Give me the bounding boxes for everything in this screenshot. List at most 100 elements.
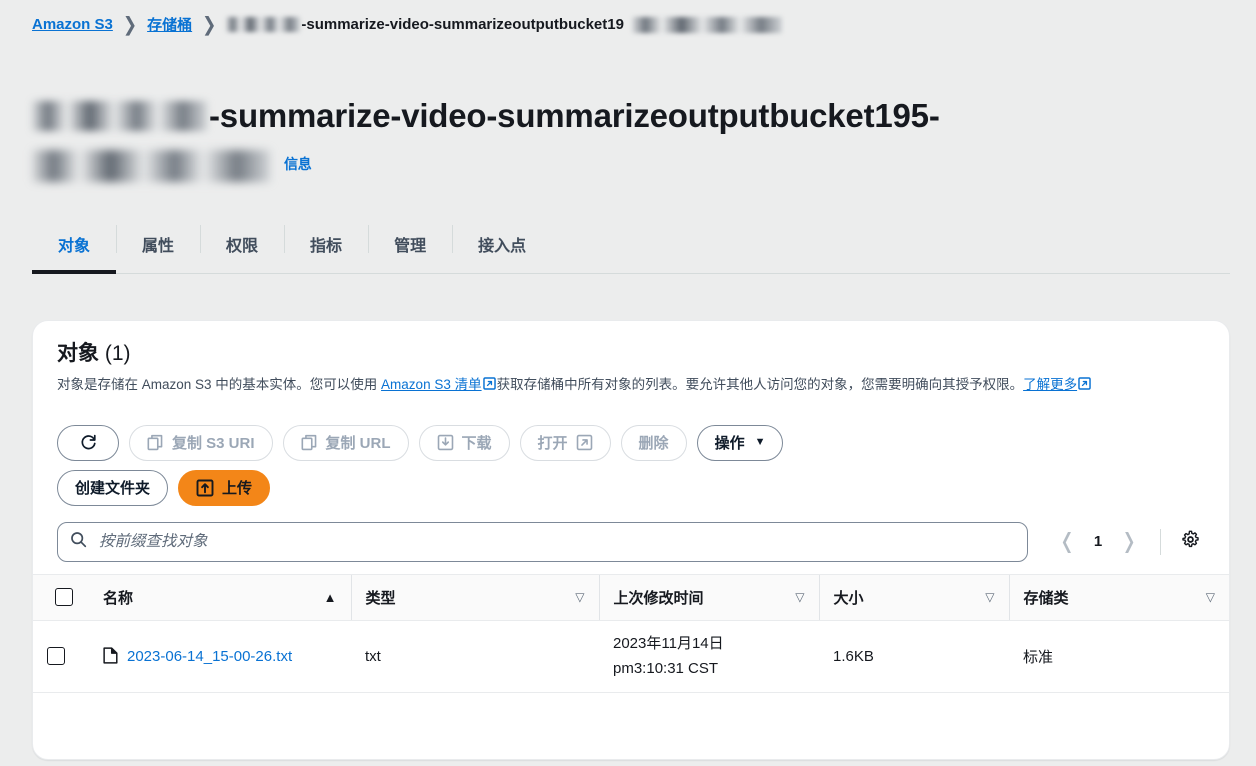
external-link-icon: [1078, 375, 1091, 390]
tab-label: 属性: [142, 237, 175, 255]
open-button[interactable]: 打开: [519, 424, 611, 461]
page-title: -summarize-video-summarizeoutputbucket19…: [32, 92, 1222, 189]
refresh-icon: [79, 433, 98, 452]
file-icon: [103, 646, 118, 668]
tab-label: 指标: [310, 237, 343, 255]
objects-table: 名称 ▲ 类型 ▽ 上次修改时间 ▽ 大小 ▽ 存储类 ▽ 2023-06-14…: [33, 573, 1229, 693]
info-link[interactable]: 信息: [284, 156, 312, 172]
download-label: 下载: [461, 435, 492, 452]
object-actions-toolbar: 复制 S3 URI 复制 URL 下载 打开 删除 操作 ▼: [33, 416, 1229, 461]
delete-label: 删除: [638, 435, 669, 452]
sort-indicator-icon[interactable]: ▽: [1206, 591, 1215, 603]
row-select-cell: [33, 620, 89, 693]
actions-label: 操作: [714, 435, 745, 452]
copy-s3-uri-button[interactable]: 复制 S3 URI: [129, 424, 273, 461]
column-header-size[interactable]: 大小 ▽: [818, 573, 1009, 621]
learn-more-link[interactable]: 了解更多: [1023, 377, 1077, 392]
pagination-divider: [1160, 528, 1161, 555]
tab-bar: 对象 属性 权限 指标 管理 接入点: [32, 214, 1230, 274]
cell-last-modified: 2023年11月14日 pm3:10:31 CST: [599, 620, 819, 693]
tab-metrics[interactable]: 指标: [284, 214, 368, 273]
objects-panel: 对象 (1) 对象是存储在 Amazon S3 中的基本实体。您可以使用 Ama…: [32, 320, 1230, 760]
objects-count: (1): [104, 342, 131, 365]
chevron-down-icon: ▼: [754, 436, 766, 448]
copy-s3-uri-label: 复制 S3 URI: [172, 435, 255, 452]
upload-button[interactable]: 上传: [178, 469, 271, 506]
search-icon: [70, 531, 87, 553]
redacted-bucket-prefix: [226, 17, 301, 32]
tab-label: 管理: [394, 237, 427, 255]
objects-panel-header: 对象 (1) 对象是存储在 Amazon S3 中的基本实体。您可以使用 Ama…: [33, 321, 1229, 416]
column-header-name[interactable]: 名称 ▲: [89, 573, 351, 621]
column-header-storage-class[interactable]: 存储类 ▽: [1008, 573, 1229, 621]
last-modified-date: 2023年11月14日: [613, 635, 724, 652]
description-text-2: 获取存储桶中所有对象的列表。要允许其他人访问您的对象，您需要明确向其授予权限。: [496, 377, 1024, 392]
breadcrumb-item-buckets[interactable]: 存储桶: [147, 14, 192, 35]
column-label: 上次修改时间: [613, 589, 704, 607]
create-folder-button[interactable]: 创建文件夹: [57, 469, 169, 506]
sort-indicator-icon[interactable]: ▽: [575, 591, 584, 603]
pagination: ❬ 1 ❭: [1050, 525, 1205, 559]
gear-icon: [1181, 530, 1200, 554]
amazon-s3-inventory-link[interactable]: Amazon S3 清单: [381, 377, 482, 392]
actions-dropdown-button[interactable]: 操作 ▼: [696, 424, 784, 461]
tab-access-points[interactable]: 接入点: [452, 214, 552, 273]
breadcrumb-separator-icon: ❯: [202, 13, 217, 35]
breadcrumb-current-bucket: -summarize-video-summarizeoutputbucket19: [301, 16, 624, 33]
upload-label: 上传: [222, 480, 253, 497]
column-header-last-modified[interactable]: 上次修改时间 ▽: [598, 573, 819, 621]
select-all-header: [33, 573, 89, 621]
breadcrumb: Amazon S3 ❯ 存储桶 ❯ -summarize-video-summa…: [32, 13, 782, 35]
download-icon: [437, 434, 454, 451]
tab-label: 对象: [58, 237, 91, 255]
upload-icon: [196, 479, 214, 497]
table-preferences-button[interactable]: [1175, 527, 1205, 557]
objects-description: 对象是存储在 Amazon S3 中的基本实体。您可以使用 Amazon S3 …: [57, 374, 1205, 396]
table-row: 2023-06-14_15-00-26.txt txt 2023年11月14日 …: [33, 620, 1229, 693]
tab-management[interactable]: 管理: [368, 214, 452, 273]
tab-objects[interactable]: 对象: [32, 214, 117, 274]
object-create-toolbar: 创建文件夹 上传: [33, 461, 1229, 506]
select-all-checkbox[interactable]: [55, 588, 73, 606]
cell-object-name: 2023-06-14_15-00-26.txt: [89, 620, 351, 693]
next-page-button[interactable]: ❭: [1112, 525, 1146, 559]
search-box[interactable]: [57, 521, 1028, 562]
external-link-icon: [576, 434, 593, 451]
column-label: 类型: [365, 589, 396, 607]
download-button[interactable]: 下载: [418, 424, 510, 461]
search-input[interactable]: [97, 531, 1015, 552]
last-modified-time: pm3:10:31 CST: [613, 660, 719, 677]
tab-label: 接入点: [478, 237, 527, 255]
previous-page-button[interactable]: ❬: [1050, 525, 1084, 559]
copy-url-button[interactable]: 复制 URL: [282, 424, 409, 461]
copy-icon: [301, 434, 318, 451]
copy-url-label: 复制 URL: [325, 435, 391, 452]
tab-properties[interactable]: 属性: [116, 214, 200, 273]
cell-storage-class: 标准: [1009, 620, 1229, 693]
page-number-1[interactable]: 1: [1084, 533, 1112, 550]
description-text-1: 对象是存储在 Amazon S3 中的基本实体。您可以使用: [57, 377, 382, 392]
column-label: 大小: [833, 589, 864, 607]
column-header-type[interactable]: 类型 ▽: [350, 573, 599, 621]
copy-icon: [147, 434, 164, 451]
objects-heading: 对象 (1): [57, 341, 1205, 367]
delete-button[interactable]: 删除: [620, 424, 687, 461]
s3-object-browser-page: Amazon S3 ❯ 存储桶 ❯ -summarize-video-summa…: [0, 0, 1256, 766]
cell-object-type: txt: [351, 620, 599, 693]
sort-indicator-icon[interactable]: ▽: [985, 591, 994, 603]
sort-indicator-icon[interactable]: ▲: [324, 591, 337, 604]
page-title-text: -summarize-video-summarizeoutputbucket19…: [209, 97, 940, 135]
refresh-button[interactable]: [57, 424, 119, 461]
object-search-row: ❬ 1 ❭: [33, 506, 1229, 562]
open-label: 打开: [537, 435, 568, 452]
tab-label: 权限: [226, 237, 259, 255]
object-name-link[interactable]: 2023-06-14_15-00-26.txt: [127, 644, 292, 669]
sort-indicator-icon[interactable]: ▽: [795, 591, 804, 603]
table-header-row: 名称 ▲ 类型 ▽ 上次修改时间 ▽ 大小 ▽ 存储类 ▽: [33, 573, 1229, 621]
breadcrumb-item-amazon-s3[interactable]: Amazon S3: [32, 16, 113, 33]
external-link-icon: [482, 375, 496, 390]
tab-permissions[interactable]: 权限: [200, 214, 284, 273]
redacted-title-prefix: [32, 101, 207, 132]
row-checkbox[interactable]: [47, 647, 65, 665]
redacted-bucket-suffix: [631, 16, 782, 33]
